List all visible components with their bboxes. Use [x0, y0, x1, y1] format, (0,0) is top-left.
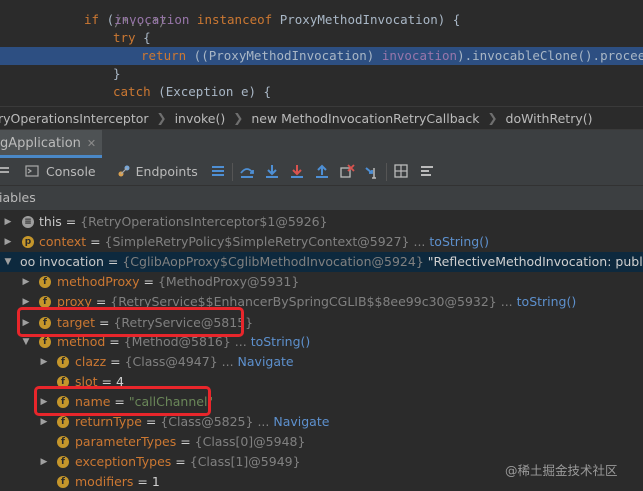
breadcrumb-item-callback[interactable]: new MethodInvocationRetryCallback — [251, 111, 487, 126]
code-line-close-brace[interactable]: } — [0, 65, 643, 83]
step-over-icon — [239, 164, 255, 180]
field-icon: f — [57, 416, 69, 428]
parameter-icon: p — [22, 236, 34, 248]
breadcrumb-item-interceptor[interactable]: ryOperationsInterceptor — [0, 111, 157, 126]
step-out-icon — [314, 164, 330, 180]
expand-arrow-icon[interactable]: ▶ — [3, 232, 13, 252]
code-line-catch[interactable]: catch (Exception e) { — [0, 83, 643, 101]
step-into-icon — [264, 164, 280, 180]
expand-arrow-icon[interactable]: ▶ — [3, 212, 13, 232]
variable-row-context[interactable]: ▶ p context = {SimpleRetryPolicy$SimpleR… — [0, 232, 643, 252]
variable-row-methodproxy[interactable]: ▶ f methodProxy = {MethodProxy@5931} — [0, 272, 643, 292]
step-over-button[interactable] — [239, 158, 255, 186]
code-line-if[interactable]: if (invocation instanceof ProxyMethodInv… — [0, 11, 643, 29]
breadcrumb-item-invoke[interactable]: invoke() — [175, 111, 234, 126]
chevron-right-icon: ❯ — [233, 111, 244, 125]
local-var-icon: ≡ — [22, 216, 34, 228]
tostring-link[interactable]: toString() — [429, 234, 489, 249]
chevron-right-icon: ❯ — [156, 111, 167, 125]
run-tab-bar: gApplication ✕ — [0, 130, 643, 158]
annotation-box-target — [17, 307, 244, 337]
step-into-button[interactable] — [264, 158, 280, 186]
breadcrumb-item-dowithretry[interactable]: doWithRetry() — [506, 111, 601, 126]
variables-panel-title: iables — [0, 186, 643, 210]
watch-icon: oo — [20, 254, 36, 269]
chevron-right-icon: ❯ — [487, 111, 498, 125]
drop-frame-button[interactable] — [339, 158, 355, 186]
run-to-cursor-button[interactable] — [364, 158, 380, 186]
field-icon: f — [57, 476, 69, 488]
field-icon: f — [39, 276, 51, 288]
menu-icon — [210, 164, 226, 180]
force-step-into-icon — [289, 164, 305, 180]
toolbar-divider — [231, 162, 233, 181]
toolbar-divider — [385, 162, 387, 181]
code-line-try[interactable]: try { — [0, 29, 643, 47]
navigate-link[interactable]: Navigate — [273, 414, 329, 429]
field-icon: f — [57, 436, 69, 448]
debug-toolbar: Console Endpoints — [0, 158, 643, 186]
run-to-cursor-icon — [364, 164, 380, 180]
field-icon: f — [39, 336, 51, 348]
variable-row-parametertypes[interactable]: f parameterTypes = {Class[0]@5948} — [0, 432, 643, 452]
variable-row-invocation[interactable]: ▼ oo invocation = {CglibAopProxy$CglibMe… — [0, 252, 643, 272]
code-line-return-highlighted[interactable]: return ((ProxyMethodInvocation) invocati… — [0, 47, 643, 65]
console-tab[interactable]: Console — [24, 158, 96, 186]
endpoints-tab[interactable]: Endpoints — [116, 158, 198, 186]
expand-arrow-icon[interactable]: ▶ — [21, 272, 31, 292]
annotation-box-name — [34, 386, 211, 416]
field-icon: f — [57, 456, 69, 468]
frames-icon — [0, 164, 12, 180]
endpoints-icon — [116, 164, 132, 180]
variable-row-clazz[interactable]: ▶ f clazz = {Class@4947} ... Navigate — [0, 352, 643, 372]
run-tab-application[interactable]: gApplication ✕ — [0, 130, 103, 158]
drop-frame-icon — [339, 163, 355, 180]
field-icon: f — [57, 356, 69, 368]
code-editor[interactable]: /*...*/ if (invocation instanceof ProxyM… — [0, 0, 643, 106]
tostring-link[interactable]: toString() — [251, 334, 311, 349]
expand-arrow-icon[interactable]: ▶ — [39, 452, 49, 472]
list-icon — [419, 164, 435, 180]
variables-tree[interactable]: ▶ ≡ this = {RetryOperationsInterceptor$1… — [0, 210, 643, 491]
frames-button[interactable] — [0, 158, 12, 186]
navigate-link[interactable]: Navigate — [238, 354, 294, 369]
trace-stream-button[interactable] — [419, 158, 435, 186]
variable-row-this[interactable]: ▶ ≡ this = {RetryOperationsInterceptor$1… — [0, 212, 643, 232]
breadcrumb: ryOperationsInterceptor ❯ invoke() ❯ new… — [0, 106, 643, 130]
force-step-into-button[interactable] — [289, 158, 305, 186]
watermark: @稀土掘金技术社区 — [505, 463, 618, 478]
step-out-button[interactable] — [314, 158, 330, 186]
console-icon — [24, 164, 40, 180]
evaluate-expression-button[interactable] — [393, 158, 409, 186]
calculator-icon — [393, 163, 409, 180]
expand-arrow-icon[interactable]: ▶ — [39, 352, 49, 372]
layout-button[interactable] — [210, 158, 226, 186]
collapse-arrow-icon[interactable]: ▼ — [3, 252, 13, 272]
tostring-link[interactable]: toString() — [517, 294, 577, 309]
close-icon[interactable]: ✕ — [87, 137, 96, 150]
